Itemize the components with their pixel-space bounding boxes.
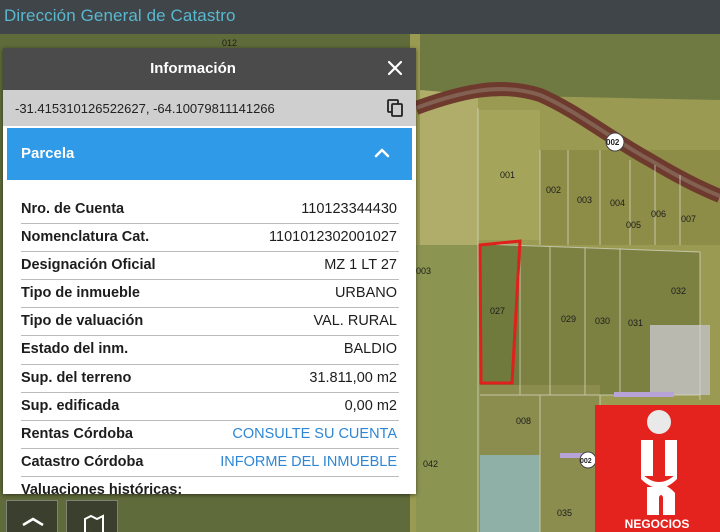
attribute-value: BALDIO [343,341,397,358]
coordinates-bar: -31.415310126522627, -64.10079811141266 [3,90,416,126]
app-title: Dirección General de Catastro [4,6,236,25]
app-header: Dirección General de Catastro [0,0,720,34]
attribute-label: Designación Oficial [21,257,156,274]
parcel-label: 005 [626,220,641,230]
parcel-label: 003 [416,266,431,276]
attribute-row: Valuaciones históricas: [21,477,399,494]
chevron-down-icon [22,517,44,527]
attribute-row: Designación Oficial MZ 1 LT 27 [21,252,399,281]
parcel-label: 008 [516,416,531,426]
panel-header: Información [3,48,416,90]
attribute-row: Tipo de inmueble URBANO [21,280,399,309]
parcel-label: 003 [577,195,592,205]
consulte-cuenta-link[interactable]: CONSULTE SU CUENTA [232,426,397,442]
section-title: Parcela [21,145,75,162]
parcel-label: 032 [671,286,686,296]
parcel-label: 007 [681,214,696,224]
parcel-label: 006 [651,209,666,219]
attribute-value: URBANO [334,285,397,302]
parcel-label: 030 [595,316,610,326]
road-badge-label: 002 [606,138,620,147]
attribute-row: Tipo de valuación VAL. RURAL [21,308,399,337]
parcel-label: 001 [500,170,515,180]
attribute-label: Tipo de valuación [21,313,144,330]
attribute-value: 0,00 m2 [344,397,397,414]
basemap-toggle-button[interactable] [6,500,58,532]
attribute-row: Catastro Córdoba INFORME DEL INMUEBLE [21,449,399,477]
attribute-label: Nro. de Cuenta [21,201,125,217]
attribute-row: Nomenclatura Cat. 1101012302001027 [21,224,399,253]
road-badge-label: 002 [580,458,592,465]
panel-title: Información [150,60,236,77]
attribute-label: Rentas Córdoba [21,425,133,442]
attribute-label: Estado del inm. [21,341,129,358]
parcel-label: 027 [490,306,505,316]
informe-inmueble-link[interactable]: INFORME DEL INMUEBLE [220,454,397,470]
parcel-label: 012 [222,38,237,48]
attribute-row: Sup. del terreno 31.811,00 m2 [21,365,399,393]
attribute-label: Sup. del terreno [21,369,132,386]
parcel-label: 002 [546,185,561,195]
map-icon [84,514,104,532]
attribute-label: Sup. edificada [21,397,120,414]
parcel-label: 004 [610,198,625,208]
info-panel: Información -31.415310126522627, -64.100… [3,48,416,494]
parcel-label: 042 [423,459,438,469]
parcel-label: 031 [628,318,643,328]
close-icon[interactable] [386,59,404,77]
attribute-row: Rentas Córdoba CONSULTE SU CUENTA [21,421,399,449]
attribute-value: 110123344430 [301,201,397,217]
parcel-label: 035 [557,508,572,518]
map-layers-button[interactable] [66,500,118,532]
attribute-label: Valuaciones históricas: [21,481,183,494]
attribute-row: Sup. edificada 0,00 m2 [21,393,399,421]
coordinates-text: -31.415310126522627, -64.10079811141266 [15,101,275,116]
attribute-row: Estado del inm. BALDIO [21,336,399,365]
attribute-value: VAL. RURAL [313,313,397,330]
attribute-row: Nro. de Cuenta 110123344430 [21,196,399,225]
attribute-label: Nomenclatura Cat. [21,229,150,246]
attribute-value: MZ 1 LT 27 [324,257,397,274]
attribute-value: 31.811,00 m2 [309,369,397,386]
parcela-section-header[interactable]: Parcela [7,128,412,180]
attribute-value: 1101012302001027 [269,229,397,246]
chevron-up-icon[interactable] [374,145,390,161]
negocios-logo: NEGOCIOS [595,405,720,532]
copy-icon[interactable] [386,99,404,117]
parcel-label: 029 [561,314,576,324]
attribute-table: Nro. de Cuenta 110123344430 Nomenclatura… [21,196,399,494]
logo-text: NEGOCIOS [625,517,690,531]
attribute-label: Tipo de inmueble [21,285,140,302]
attribute-label: Catastro Córdoba [21,453,144,470]
